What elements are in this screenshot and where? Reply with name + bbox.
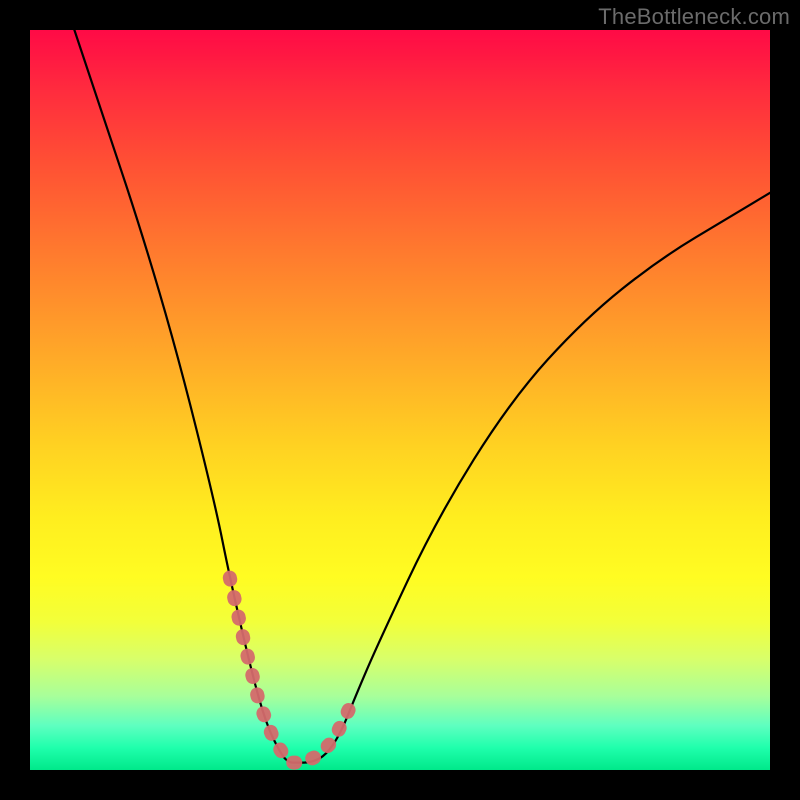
bottleneck-curve <box>74 30 770 763</box>
plot-area <box>30 30 770 770</box>
outer-frame: TheBottleneck.com <box>0 0 800 800</box>
trough-highlight <box>230 578 356 763</box>
chart-svg <box>30 30 770 770</box>
watermark-text: TheBottleneck.com <box>598 4 790 30</box>
